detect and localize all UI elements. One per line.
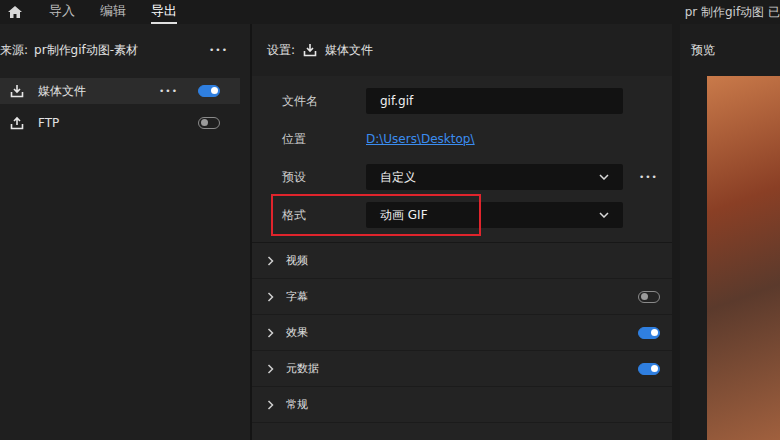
preview-label: 预览	[680, 24, 780, 76]
toggle-switch[interactable]	[638, 327, 660, 339]
chevron-right-icon	[267, 364, 274, 374]
settings-section[interactable]: 视频	[252, 243, 672, 279]
settings-target: 媒体文件	[325, 42, 373, 59]
source-panel: 来源:pr制作gif动图-素材•••媒体文件•••FTP	[0, 24, 252, 440]
nav-tab[interactable]: 导入	[49, 0, 75, 24]
field-label: 位置	[282, 131, 366, 148]
source-label: 来源:	[0, 42, 28, 59]
chevron-right-icon	[267, 256, 274, 266]
destination-item[interactable]: FTP	[0, 110, 240, 136]
chevron-right-icon	[267, 292, 274, 302]
preset-menu[interactable]: •••	[639, 172, 658, 182]
settings-section[interactable]: 字幕	[252, 279, 672, 315]
chevron-down-icon	[599, 174, 609, 180]
toggle-switch[interactable]	[638, 291, 660, 303]
settings-row: 位置D:\Users\Desktop\	[282, 120, 672, 158]
destination-menu[interactable]: •••	[159, 86, 178, 96]
settings-panel: 设置:媒体文件文件名gif.gif位置D:\Users\Desktop\预设自定…	[252, 24, 680, 440]
toggle-switch[interactable]	[198, 117, 220, 129]
toggle-switch[interactable]	[198, 85, 220, 97]
chevron-right-icon	[267, 400, 274, 410]
settings-section[interactable]: 常规	[252, 387, 672, 423]
settings-section[interactable]: 效果	[252, 315, 672, 351]
settings-label: 设置:	[267, 42, 295, 59]
chevron-right-icon	[267, 328, 274, 338]
nav-tab[interactable]: 编辑	[100, 0, 126, 24]
field-label: 格式	[282, 207, 366, 224]
dropdown[interactable]: 动画 GIF	[366, 202, 623, 228]
field-label: 文件名	[282, 93, 366, 110]
export-screen: 导入编辑导出pr 制作gif动图 已来源:pr制作gif动图-素材•••媒体文件…	[0, 0, 780, 440]
filename-input[interactable]: gif.gif	[366, 88, 623, 114]
download-icon	[303, 43, 317, 57]
preview-frame	[707, 76, 780, 440]
upload-icon	[10, 116, 24, 130]
field-label: 预设	[282, 169, 366, 186]
destination-item[interactable]: 媒体文件•••	[0, 78, 240, 104]
dropdown[interactable]: 自定义	[366, 164, 623, 190]
source-menu[interactable]: •••	[209, 45, 228, 55]
settings-row: 文件名gif.gif	[282, 82, 672, 120]
settings-section[interactable]: 元数据	[252, 351, 672, 387]
chevron-down-icon	[599, 212, 609, 218]
toggle-switch[interactable]	[638, 363, 660, 375]
home-icon[interactable]	[7, 5, 23, 19]
settings-row: 格式动画 GIF	[282, 196, 672, 234]
nav-tab[interactable]: 导出	[151, 0, 177, 24]
source-name: pr制作gif动图-素材	[34, 42, 203, 59]
top-bar: 导入 编辑 导出 pr 制作gif动图 已	[0, 0, 780, 24]
preview-panel: 预览	[680, 24, 780, 440]
settings-row: 预设自定义 •••	[282, 158, 672, 196]
project-title: pr 制作gif动图 已	[685, 4, 780, 21]
location-link[interactable]: D:\Users\Desktop\	[366, 132, 475, 146]
download-icon	[10, 84, 24, 98]
